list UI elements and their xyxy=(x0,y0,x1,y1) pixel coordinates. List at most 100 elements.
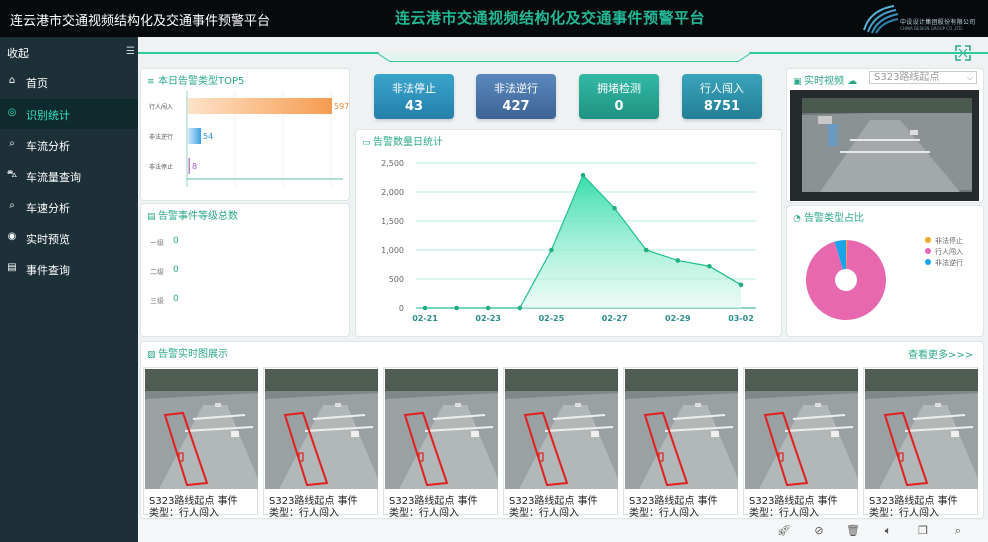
search-icon[interactable]: ⌕ xyxy=(951,524,965,538)
thumbnail-caption-line2: 类型：行人闯入 xyxy=(869,508,939,519)
fullscreen-icon[interactable] xyxy=(954,44,972,62)
stat-label: 拥堵检测 xyxy=(597,82,641,95)
alert-thumbnail[interactable]: S323路线起点 事件 类型：行人闯入 xyxy=(143,367,258,519)
sidebar-item-label: 车流分析 xyxy=(26,140,70,153)
data-point xyxy=(485,305,491,311)
page-title: 连云港市交通视频结构化及交通事件预警平台 xyxy=(395,9,706,27)
legend-swatch xyxy=(925,248,931,254)
level-3-label: 三级 xyxy=(150,297,164,305)
thumbnail-caption-line2: 类型：行人闯入 xyxy=(749,508,819,519)
camera-select-value: S323路线起点 xyxy=(874,72,940,83)
home-icon: ⌂ xyxy=(8,75,16,86)
sidebar-item-label: 识别统计 xyxy=(26,109,70,122)
bar xyxy=(188,128,202,144)
car-icon: ⛍ xyxy=(6,169,18,180)
bar-value-label: 54 xyxy=(203,132,213,141)
alert-thumbnail[interactable]: S323路线起点 事件 类型：行人闯入 xyxy=(263,367,378,519)
sidebar-item-flow-analysis[interactable]: ⌕ 车流分析 xyxy=(0,130,138,160)
level-2-label: 二级 xyxy=(150,268,164,276)
levels-panel: ▤ 告警事件等级总数 一级 0 二级 0 三级 0 xyxy=(140,203,350,337)
bar-value-label: 8 xyxy=(192,162,197,171)
sidebar-item-flow-query[interactable]: ⛍ 车流量查询 xyxy=(0,161,138,191)
y-tick-label: 2,000 xyxy=(381,188,404,197)
alert-thumbnail[interactable]: S323路线起点 事件 类型：行人闯入 xyxy=(863,367,978,519)
bar xyxy=(188,158,190,174)
levels-title: ▤ 告警事件等级总数 xyxy=(147,207,238,222)
top5-panel: ≡ 本日告警类型TOP5 行人闯入 597 非法逆行 54 非法停止 8 xyxy=(140,68,350,201)
level-3-value: 0 xyxy=(173,294,179,304)
stat-card-congestion[interactable]: 拥堵检测 0 xyxy=(579,74,659,119)
chart-icon: ▭ xyxy=(362,138,371,148)
camera-select[interactable]: S323路线起点 ⌵ xyxy=(869,71,977,84)
data-point xyxy=(738,282,744,288)
stat-card-wrong-way[interactable]: 非法逆行 427 xyxy=(476,74,556,119)
legend-label: 非法逆行 xyxy=(935,259,963,267)
sidebar-item-live-preview[interactable]: ◉ 实时预览 xyxy=(0,223,138,253)
legend-item: 行人闯入 xyxy=(925,247,963,258)
compass-icon[interactable]: ⊘ xyxy=(812,524,826,538)
eye-icon: ◉ xyxy=(7,231,17,242)
trash-icon[interactable]: 🗑︎ xyxy=(846,524,860,538)
daily-chart: 0 500 1,000 1,500 2,000 2,500 02-21 02-23 02-25 0… xyxy=(381,159,756,323)
sidebar-item-home[interactable]: ⌂ 首页 xyxy=(0,67,138,97)
data-point xyxy=(549,247,554,253)
rocket-icon[interactable]: 🚀︎ xyxy=(777,524,791,538)
thumbnail-caption-line2: 类型：行人闯入 xyxy=(149,508,219,519)
alert-snapshot xyxy=(385,369,498,489)
alert-snapshot xyxy=(625,369,738,489)
level-2-value: 0 xyxy=(173,265,179,275)
sidebar-item-recognition[interactable]: ◎ 识别统计 xyxy=(0,99,138,129)
see-more-link[interactable]: 查看更多>>> xyxy=(908,346,973,361)
ratio-panel: ◔ 告警类型占比 非法停止 行人闯入 非法逆行 xyxy=(786,205,984,337)
level-1-value: 0 xyxy=(173,236,179,246)
top5-title-text: 本日告警类型TOP5 xyxy=(158,76,245,87)
data-point xyxy=(454,305,459,311)
ratio-title-text: 告警类型占比 xyxy=(804,213,864,224)
stat-card-pedestrian[interactable]: 行人闯入 8751 xyxy=(682,74,762,119)
ratio-legend: 非法停止 行人闯入 非法逆行 xyxy=(925,236,963,269)
levels-title-text: 告警事件等级总数 xyxy=(158,211,238,222)
image-icon: ▨ xyxy=(147,350,156,360)
alert-snapshot xyxy=(145,369,258,489)
legend-swatch xyxy=(925,237,931,243)
alert-thumbnail[interactable]: S323路线起点 事件 类型：行人闯入 xyxy=(383,367,498,519)
stat-value: 427 xyxy=(502,99,530,114)
bar-category-label: 非法停止 xyxy=(149,163,173,171)
menu-icon[interactable]: ☰ xyxy=(126,46,135,57)
sidebar-item-speed-analysis[interactable]: ⌕ 车速分析 xyxy=(0,192,138,222)
thumbnail-caption-line2: 类型：行人闯入 xyxy=(509,508,579,519)
y-tick-label: 500 xyxy=(389,275,404,284)
legend-item: 非法逆行 xyxy=(925,258,963,269)
target-icon: ◎ xyxy=(7,107,17,118)
sidebar-item-event-query[interactable]: ▤ 事件查询 xyxy=(0,254,138,284)
video-title: ▣ 实时视频 ☁ xyxy=(793,72,857,87)
alert-snapshot xyxy=(505,369,618,489)
y-tick-label: 2,500 xyxy=(381,159,404,168)
window-icon[interactable]: ❐ xyxy=(916,524,930,538)
stat-value: 0 xyxy=(614,99,624,114)
live-video-frame[interactable] xyxy=(790,90,979,201)
chevron-down-icon: ⌵ xyxy=(966,73,973,82)
gallery-title: ▨ 告警实时图展示 xyxy=(147,345,228,360)
area-fill xyxy=(425,175,741,308)
x-tick-label: 02-23 xyxy=(475,314,501,323)
pie-icon: ◔ xyxy=(793,214,801,224)
alert-thumbnail[interactable]: S323路线起点 事件 类型：行人闯入 xyxy=(503,367,618,519)
alert-thumbnail[interactable]: S323路线起点 事件 类型：行人闯入 xyxy=(743,367,858,519)
data-point xyxy=(707,263,712,269)
logo-text-cn: 中设设计集团股份有限公司 xyxy=(900,19,976,26)
alert-snapshot xyxy=(865,369,978,489)
bottom-toolbar xyxy=(138,520,988,542)
thumbnail-caption-line2: 类型：行人闯入 xyxy=(269,508,339,519)
stat-card-illegal-stop[interactable]: 非法停止 43 xyxy=(374,74,454,119)
alert-thumbnail[interactable]: S323路线起点 事件 类型：行人闯入 xyxy=(623,367,738,519)
company-logo: 中设设计集团股份有限公司 CHINA DESIGN GROUP CO.,LTD. xyxy=(860,4,988,34)
sidebar-item-label: 车速分析 xyxy=(26,202,70,215)
stat-label: 非法逆行 xyxy=(494,82,538,95)
legend-label: 非法停止 xyxy=(935,237,963,245)
stat-value: 43 xyxy=(404,99,424,114)
collapse-toggle[interactable]: 收起 ☰ xyxy=(0,37,138,65)
volume-icon[interactable]: 🔈︎ xyxy=(881,524,895,538)
daily-title: ▭ 告警数量日统计 xyxy=(362,133,443,148)
sidebar: 收起 ☰ ⌂ 首页 ◎ 识别统计 ⌕ 车流分析 ⛍ 车流量查询 ⌕ 车速分析 ◉… xyxy=(0,37,138,542)
